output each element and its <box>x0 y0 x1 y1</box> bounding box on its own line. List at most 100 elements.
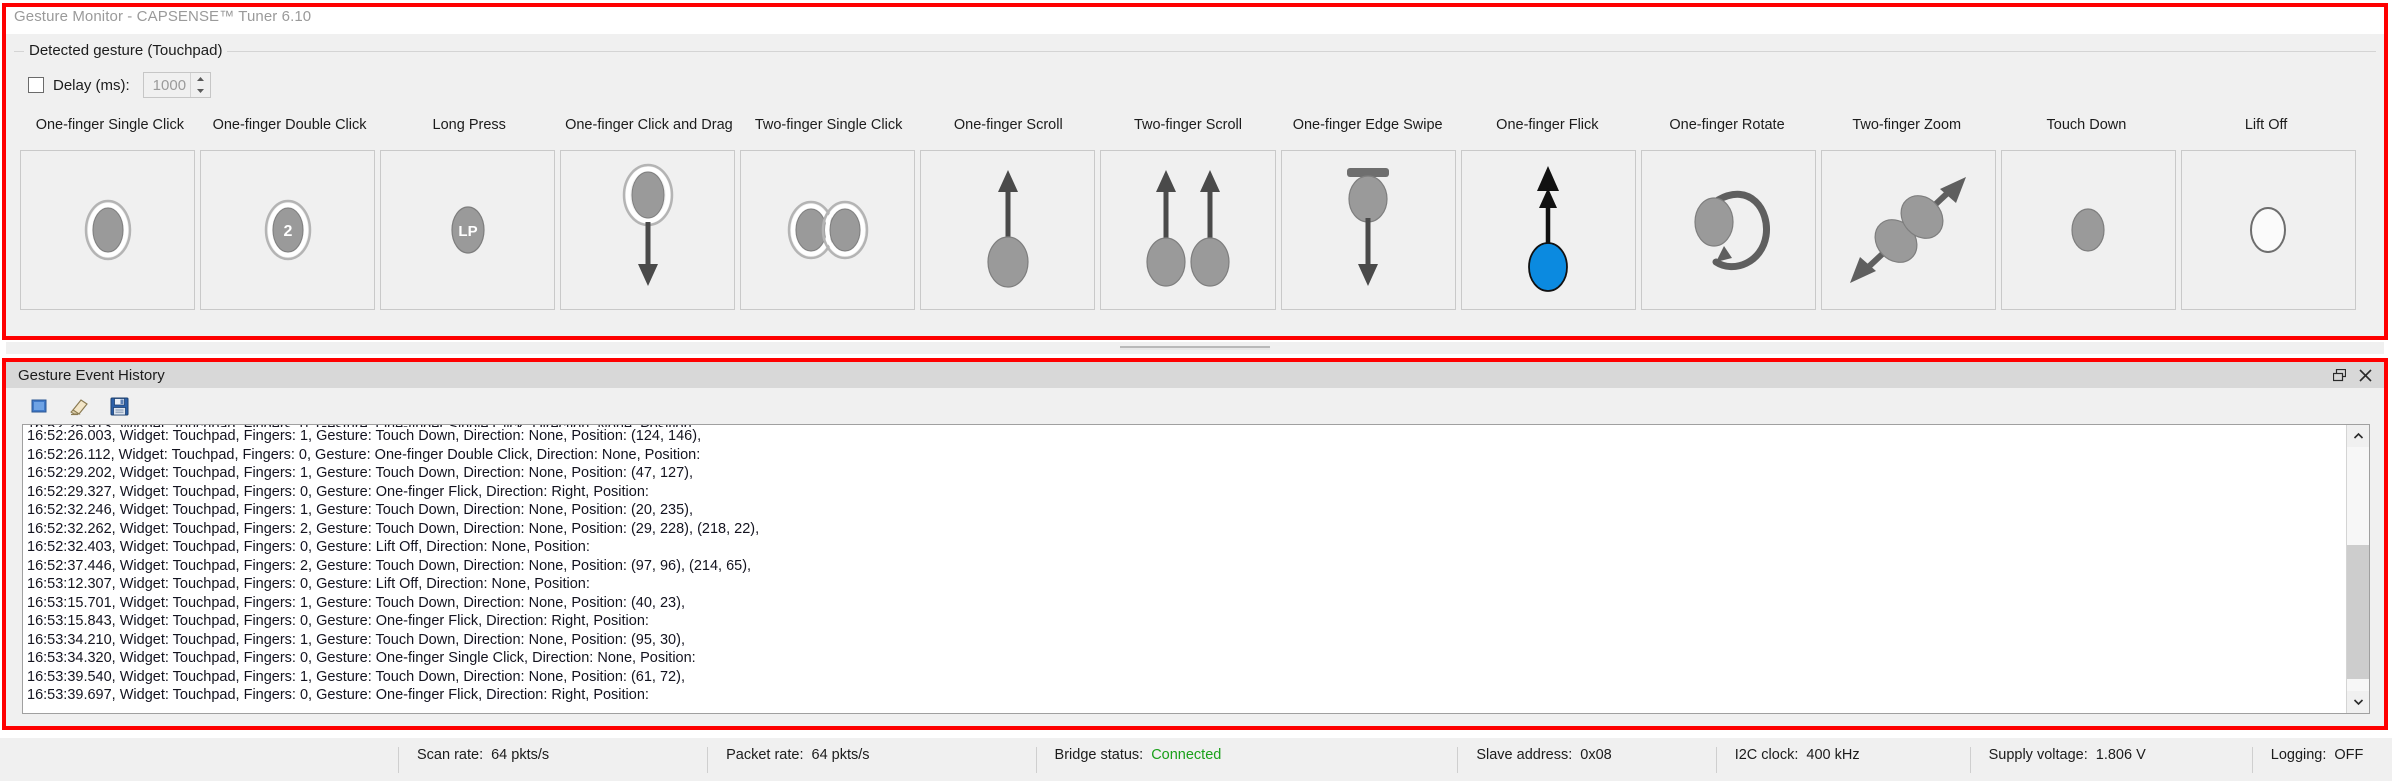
gesture-cell-double-click[interactable]: 2 <box>200 150 376 310</box>
delay-row: Delay (ms): 1000 <box>28 72 211 98</box>
gesture-cell-long-press[interactable]: LP <box>380 150 556 310</box>
delay-label: Delay (ms): <box>53 76 130 94</box>
scrollbar-thumb[interactable] <box>2347 544 2369 679</box>
delay-spinner-buttons <box>189 73 210 97</box>
status-bridge: Bridge status: Connected <box>1035 746 1240 773</box>
touch-down-icon <box>2058 170 2118 290</box>
log-line: 16:52:26.112, Widget: Touchpad, Fingers:… <box>27 446 701 463</box>
history-toolbar <box>6 388 2384 424</box>
save-icon[interactable] <box>106 393 132 419</box>
status-supply-voltage-key: Supply voltage: <box>1988 746 2088 763</box>
log-line: 16:52:32.246, Widget: Touchpad, Fingers:… <box>27 502 694 518</box>
gesture-monitor-window: Gesture Monitor - CAPSENSE™ Tuner 6.10 D… <box>0 0 2392 781</box>
gesture-label-two-finger-scroll: Two-finger Scroll <box>1133 116 1242 133</box>
log-line: 16:52:29.202, Widget: Touchpad, Fingers:… <box>27 465 694 481</box>
click-drag-icon <box>613 162 683 298</box>
status-packet-rate-value: 64 pkts/s <box>811 746 870 763</box>
single-tap-icon <box>78 170 138 290</box>
splitter-handle[interactable] <box>1120 346 1270 350</box>
rotate-icon <box>1676 170 1780 290</box>
gesture-label-one-finger-scroll: One-finger Scroll <box>953 116 1063 133</box>
window-titlebar: Gesture Monitor - CAPSENSE™ Tuner 6.10 <box>0 0 2392 33</box>
status-scan-rate-value: 64 pkts/s <box>491 746 550 763</box>
two-finger-tap-icon <box>780 170 876 290</box>
gesture-log-area[interactable]: 16:52:25.913, Widget: Touchpad, Fingers:… <box>22 424 2370 714</box>
gesture-label-edge-swipe: One-finger Edge Swipe <box>1292 116 1443 133</box>
gesture-label-lift-off: Lift Off <box>2244 116 2288 133</box>
gesture-cell-edge-swipe[interactable] <box>1280 150 1456 310</box>
long-press-badge: LP <box>458 223 477 240</box>
log-vertical-scrollbar[interactable] <box>2346 425 2369 713</box>
gesture-label-zoom: Two-finger Zoom <box>1852 116 1962 133</box>
status-i2c-clock: I2C clock: 400 kHz <box>1715 746 1878 773</box>
eraser-icon[interactable] <box>66 393 92 419</box>
gesture-cell-rotate[interactable] <box>1640 150 1816 310</box>
gesture-label-single-click: One-finger Single Click <box>35 116 184 133</box>
status-i2c-clock-key: I2C clock: <box>1734 746 1799 763</box>
status-logging-key: Logging: <box>2270 746 2327 763</box>
status-bridge-key: Bridge status: <box>1054 746 1144 763</box>
gesture-event-history-panel: Gesture Event History 16:52:26.003, Widg… <box>6 362 2384 726</box>
panel-splitter[interactable] <box>6 342 2384 354</box>
window-title: Gesture Monitor - CAPSENSE™ Tuner 6.10 <box>14 8 312 25</box>
statusbar: Scan rate: 64 pkts/s Packet rate: 64 pkt… <box>0 738 2392 781</box>
status-packet-rate-key: Packet rate: <box>726 746 804 763</box>
status-logging: Logging: OFF <box>2251 746 2382 773</box>
gesture-label-rotate: One-finger Rotate <box>1669 116 1785 133</box>
close-icon[interactable] <box>2352 364 2378 386</box>
status-scan-rate-key: Scan rate: <box>417 746 484 763</box>
gesture-labels-row: One-finger Single Click One-finger Doubl… <box>20 104 2356 146</box>
delay-spinner[interactable]: 1000 <box>142 72 211 98</box>
edge-swipe-icon <box>1333 162 1403 298</box>
spinner-down-icon[interactable] <box>191 85 210 97</box>
gesture-label-double-click: One-finger Double Click <box>212 116 367 133</box>
status-logging-value: OFF <box>2334 746 2364 763</box>
stop-icon[interactable] <box>26 393 52 419</box>
gesture-cell-single-click[interactable] <box>20 150 196 310</box>
delay-value[interactable]: 1000 <box>144 73 190 97</box>
scroll-up-icon[interactable] <box>2347 425 2369 447</box>
gesture-label-click-and-drag: One-finger Click and Drag <box>565 116 733 133</box>
scroll-down-icon[interactable] <box>2347 691 2369 713</box>
two-finger-scroll-icon <box>1136 162 1240 298</box>
log-line: 16:53:34.210, Widget: Touchpad, Fingers:… <box>27 631 685 648</box>
gesture-log-lines: 16:52:25.913, Widget: Touchpad, Fingers:… <box>23 425 2346 713</box>
log-line: 16:52:26.003, Widget: Touchpad, Fingers:… <box>27 428 702 444</box>
gesture-cell-zoom[interactable] <box>1820 150 1996 310</box>
gesture-cell-two-finger-single-click[interactable] <box>740 150 916 310</box>
gesture-cell-touch-down[interactable] <box>2000 150 2176 310</box>
lift-off-icon <box>2238 170 2298 290</box>
history-panel-title: Gesture Event History <box>18 366 165 384</box>
gesture-cell-lift-off[interactable] <box>2180 150 2357 310</box>
gesture-cell-one-finger-scroll[interactable] <box>920 150 1096 310</box>
log-line: 16:52:29.327, Widget: Touchpad, Fingers:… <box>27 483 649 500</box>
status-bridge-value: Connected <box>1151 746 1222 763</box>
log-line: 16:52:37.446, Widget: Touchpad, Fingers:… <box>27 557 752 574</box>
status-supply-voltage-value: 1.806 V <box>2095 746 2146 763</box>
status-packet-rate: Packet rate: 64 pkts/s <box>707 746 887 773</box>
log-line: 16:52:32.403, Widget: Touchpad, Fingers:… <box>27 539 590 555</box>
gesture-label-touch-down: Touch Down <box>2046 116 2127 133</box>
delay-checkbox[interactable] <box>28 77 44 93</box>
log-line: 16:53:15.843, Widget: Touchpad, Fingers:… <box>27 613 649 629</box>
gesture-label-two-finger-single-click: Two-finger Single Click <box>754 116 903 133</box>
gesture-cell-flick[interactable] <box>1460 150 1636 310</box>
double-tap-icon: 2 <box>258 170 318 290</box>
gesture-label-long-press: Long Press <box>432 116 506 133</box>
gesture-cell-two-finger-scroll[interactable] <box>1100 150 1276 310</box>
detected-gesture-panel: Detected gesture (Touchpad) Delay (ms): … <box>6 34 2384 336</box>
status-slave-address-key: Slave address: <box>1476 746 1573 763</box>
flick-icon <box>1513 162 1583 298</box>
status-scan-rate: Scan rate: 64 pkts/s <box>398 746 567 773</box>
gesture-cells-row: 2 LP <box>20 150 2357 310</box>
log-line: 16:53:34.320, Widget: Touchpad, Fingers:… <box>27 650 696 666</box>
one-finger-scroll-icon <box>973 162 1043 298</box>
double-click-badge: 2 <box>283 223 292 240</box>
spinner-up-icon[interactable] <box>191 73 210 85</box>
scrollbar-track[interactable] <box>2347 447 2369 691</box>
long-press-icon: LP <box>438 170 498 290</box>
zoom-icon <box>1838 165 1978 295</box>
history-panel-header: Gesture Event History <box>6 362 2384 388</box>
gesture-cell-click-and-drag[interactable] <box>560 150 736 310</box>
restore-icon[interactable] <box>2326 364 2352 386</box>
